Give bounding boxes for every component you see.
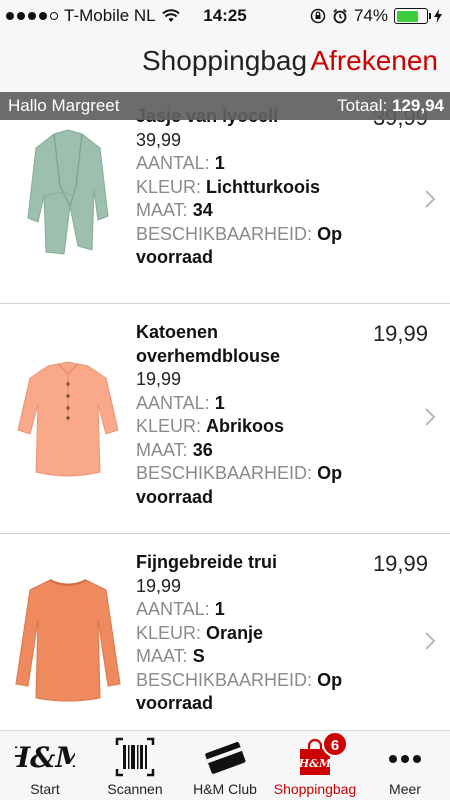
chevron-right-icon[interactable]: [424, 189, 436, 209]
card-icon: [205, 742, 246, 774]
greeting-text: Hallo Margreet: [8, 96, 120, 115]
tab-scannen[interactable]: Scannen: [90, 731, 180, 800]
battery-percent: 74%: [353, 6, 388, 25]
tab-label: Meer: [389, 781, 421, 797]
greeting-bar: Hallo Margreet Totaal: 129,94: [0, 92, 450, 120]
barcode-icon: [115, 737, 155, 777]
product-image-blouse: [17, 361, 119, 477]
tab-start[interactable]: H&M Start: [0, 731, 90, 800]
quantity-label: AANTAL:: [136, 599, 210, 619]
battery-icon: [394, 8, 431, 24]
checkout-button[interactable]: Afrekenen: [310, 45, 438, 77]
chevron-right-icon[interactable]: [424, 631, 436, 651]
size-value: 36: [192, 439, 213, 460]
product-name[interactable]: Fijngebreide trui: [136, 551, 366, 575]
cart-count-badge: 6: [322, 731, 348, 757]
tab-label: Shoppingbag: [273, 781, 357, 797]
color-value: Abrikoos: [206, 416, 285, 436]
quantity-label: AANTAL:: [136, 153, 210, 173]
svg-text:H&M: H&M: [15, 741, 75, 774]
list-item[interactable]: Jasje van lyocell 39,99 AANTAL: 1 KLEUR:…: [0, 105, 450, 304]
list-item[interactable]: Katoenen overhemdblouse 19,99 AANTAL: 1 …: [0, 304, 450, 534]
availability-label: BESCHIKBAARHEID:: [136, 223, 313, 244]
navigation-bar: Shoppingbag Afrekenen: [0, 32, 450, 92]
charging-icon: [434, 9, 442, 23]
size-label: MAAT:: [136, 439, 188, 460]
page-title: Shoppingbag: [142, 45, 308, 76]
quantity-label: AANTAL:: [136, 392, 210, 413]
tab-label: H&M Club: [193, 781, 257, 797]
size-label: MAAT:: [136, 200, 188, 220]
list-item[interactable]: Fijngebreide trui 19,99 AANTAL: 1 KLEUR:…: [0, 534, 450, 730]
item-price: 19,99: [372, 321, 428, 346]
availability-label: BESCHIKBAARHEID:: [136, 463, 313, 483]
tab-label: Scannen: [107, 781, 163, 797]
tab-label: Start: [30, 781, 60, 797]
quantity-value: 1: [214, 599, 225, 619]
unit-price: 19,99: [136, 369, 182, 389]
chevron-right-icon[interactable]: [424, 407, 436, 427]
total-value: 129,94: [392, 96, 444, 115]
color-label: KLEUR:: [136, 416, 202, 436]
color-label: KLEUR:: [136, 622, 202, 643]
size-value: S: [192, 646, 205, 666]
product-name[interactable]: Katoenen overhemdblouse: [136, 321, 366, 368]
color-label: KLEUR:: [136, 176, 202, 197]
tab-meer[interactable]: Meer: [360, 731, 450, 800]
quantity-value: 1: [214, 153, 225, 173]
color-value: Lichtturkoois: [206, 176, 321, 197]
tab-shoppingbag[interactable]: H&M 6 Shoppingbag: [270, 731, 360, 800]
product-image-jacket: [27, 129, 109, 255]
color-value: Oranje: [206, 622, 264, 643]
shoppingbag-list[interactable]: Jasje van lyocell 39,99 AANTAL: 1 KLEUR:…: [0, 92, 450, 730]
more-icon: [389, 755, 421, 763]
order-total: Totaal: 129,94: [337, 96, 444, 116]
svg-text:H&M: H&M: [298, 757, 332, 770]
unit-price: 39,99: [136, 129, 182, 150]
status-bar: T-Mobile NL 14:25 74%: [0, 0, 450, 32]
availability-label: BESCHIKBAARHEID:: [136, 669, 313, 690]
tab-bar: H&M Start Scannen H&M Club H&M: [0, 730, 450, 800]
size-label: MAAT:: [136, 646, 188, 666]
item-price: 19,99: [372, 551, 428, 576]
total-label: Totaal:: [337, 96, 388, 115]
size-value: 34: [192, 200, 213, 220]
rotation-lock-icon: [310, 8, 326, 24]
tab-hm-club[interactable]: H&M Club: [180, 731, 270, 800]
alarm-icon: [333, 8, 347, 24]
unit-price: 19,99: [136, 575, 182, 596]
quantity-value: 1: [214, 392, 225, 413]
product-image-sweater: [15, 579, 121, 702]
hm-logo-icon: H&M: [15, 741, 75, 774]
